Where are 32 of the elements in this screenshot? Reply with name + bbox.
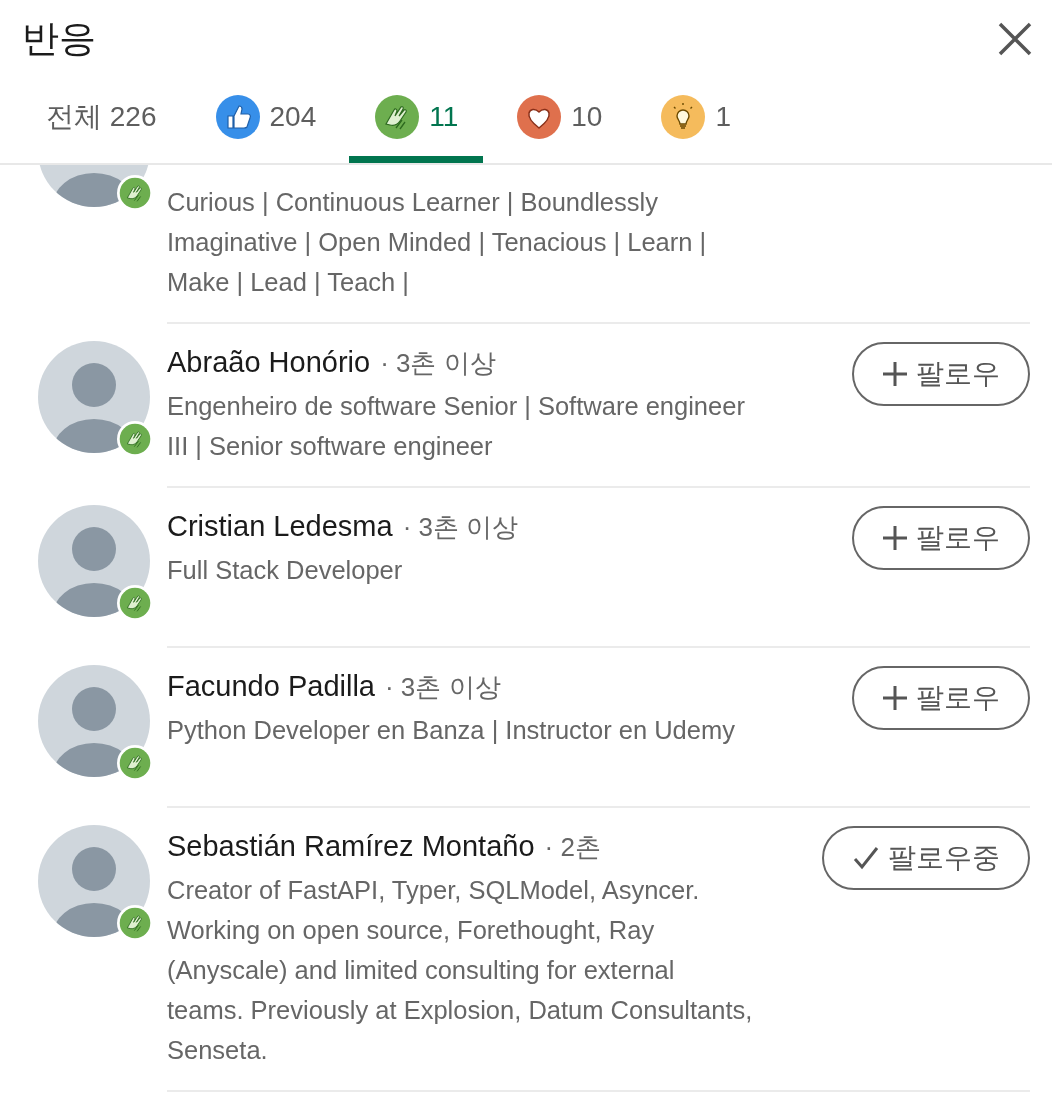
dialog-title: 반응 (22, 17, 96, 62)
reaction-tab[interactable]: 10 (491, 78, 628, 163)
reaction-tab[interactable]: 전체 226 (21, 78, 182, 163)
person-name[interactable]: Abraão Honório (167, 342, 371, 382)
person-headline: Creator of FastAPI, Typer, SQLModel, Asyncer. Working on open source, Forethought, Ray (Anyscale) and limited consulting for external teams. Previously at Explosion, Datum Consultants, Senseta. (167, 875, 754, 1066)
follow-button[interactable]: 팔로우 (852, 666, 1030, 730)
reaction-tab[interactable]: 1 (635, 78, 757, 163)
like-reaction-icon (214, 94, 261, 140)
person-headline: Full Stack Developer (167, 555, 404, 586)
person-headline: Curious | Continuous Learner | Boundlessly Imaginative | Open Minded | Tenacious | Learn | Make | Lead | Teach | (167, 187, 708, 298)
reaction-tab[interactable]: 204 (189, 78, 342, 163)
person-headline: Engenheiro de software Senior | Software engineer III | Senior software engineer (167, 391, 746, 462)
connection-degree: · 2촌 (544, 831, 601, 864)
insightful-reaction-icon (660, 94, 707, 140)
plus-icon (882, 361, 908, 387)
celebrate-reaction-icon (374, 94, 421, 140)
reaction-tab[interactable]: 11 (349, 78, 484, 163)
checkmark-icon (852, 844, 880, 872)
following-button[interactable]: 팔로우중 (822, 826, 1030, 890)
plus-icon (882, 525, 908, 551)
love-reaction-icon (516, 94, 563, 140)
connection-degree: · 3촌 이상 (380, 347, 496, 380)
person-name[interactable]: Cristian Ledesma (167, 506, 393, 546)
plus-icon (882, 685, 908, 711)
close-icon[interactable] (998, 22, 1032, 56)
person-name[interactable]: Sebastián Ramírez Montaño (167, 826, 535, 866)
person-headline: Python Developer en Banza | Instructor en Udemy (167, 715, 735, 746)
follow-button[interactable]: 팔로우 (852, 342, 1030, 406)
connection-degree: · 3촌 이상 (402, 511, 519, 544)
follow-button[interactable]: 팔로우 (852, 506, 1030, 570)
person-name[interactable]: Facundo Padilla (167, 666, 375, 706)
connection-degree: · 3촌 이상 (385, 671, 501, 704)
